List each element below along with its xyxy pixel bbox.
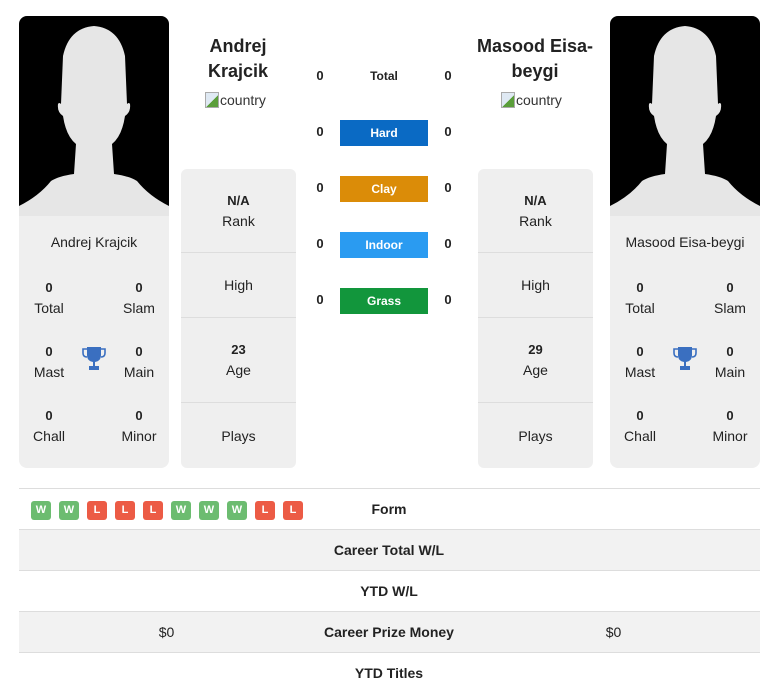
player2-titles-minor: 0 Minor [712, 408, 748, 444]
player2-prize-money: $0 [605, 624, 622, 640]
ytd-wl-label: YTD W/L [360, 583, 418, 599]
player1-plays: Plays [221, 427, 256, 444]
player1-stats: N/A Rank High 23 Age Plays [181, 169, 296, 468]
trophy-icon [82, 347, 106, 370]
h2h-grass-p1: 0 [316, 292, 324, 307]
ytd-titles-label: YTD Titles [354, 665, 424, 681]
player2-stats: N/A Rank High 29 Age Plays [478, 169, 593, 468]
player2-titles-slam: 0 Slam [714, 280, 746, 316]
ytd-wl-row: YTD W/L [19, 571, 760, 612]
player2-card-name: Masood Eisa-beygi [625, 234, 745, 250]
player1-card-name: Andrej Krajcik [50, 234, 138, 250]
h2h-clay-p2: 0 [444, 180, 452, 195]
player1-form: WWLLLWWWLL [31, 501, 303, 520]
player2-card: Masood Eisa-beygi 0 Total 0 Slam 0 Mast 0 Ma… [610, 16, 760, 468]
form-badge-win[interactable]: W [31, 501, 51, 520]
player2-rank: N/A Rank [478, 169, 593, 253]
player-silhouette-icon [19, 26, 169, 216]
ytd-titles-row: YTD Titles [19, 653, 760, 694]
player1-card: Andrej Krajcik 0 Total 0 Slam 0 Mast 0 Main … [19, 16, 169, 468]
player2-high: High [478, 253, 593, 318]
surface-badge-grass: Grass [340, 288, 428, 314]
player1-country-flag: country [205, 92, 266, 108]
player2-photo[interactable] [610, 16, 760, 216]
player2-titles: 0 Total 0 Slam 0 Mast 0 Main 0 Chall 0 Minor [610, 278, 760, 468]
h2h-indoor-p2: 0 [444, 236, 452, 251]
form-badge-loss[interactable]: L [87, 501, 107, 520]
h2h-grass-row: 0 Grass 0 [300, 288, 480, 314]
career-total-wl-label: Career Total W/L [333, 542, 445, 558]
broken-image-icon [205, 92, 219, 108]
form-badge-win[interactable]: W [227, 501, 247, 520]
player1-titles-total: 0 Total [34, 280, 64, 316]
h2h-total-p2: 0 [444, 68, 452, 83]
form-row: WWLLLWWWLL Form [19, 489, 760, 530]
surface-badge-hard: Hard [340, 120, 428, 146]
form-badge-loss[interactable]: L [143, 501, 163, 520]
player2-age: 29 Age [478, 318, 593, 403]
career-prize-money-label: Career Prize Money [324, 624, 454, 640]
surface-badge-indoor: Indoor [340, 232, 428, 258]
player2-titles-chall: 0 Chall [624, 408, 656, 444]
form-label: Form [371, 501, 407, 517]
trophy-icon [673, 347, 697, 370]
career-total-wl-row: Career Total W/L [19, 530, 760, 571]
h2h-total-row: 0 Total 0 [300, 64, 480, 90]
player1-titles: 0 Total 0 Slam 0 Mast 0 Main 0 Chall 0 Minor [19, 278, 169, 468]
player1-prize-money: $0 [158, 624, 175, 640]
player1-titles-mast: 0 Mast [33, 344, 65, 380]
player2-plays: Plays [518, 427, 553, 444]
player1-high: High [181, 253, 296, 318]
h2h-indoor-row: 0 Indoor 0 [300, 232, 480, 258]
player1-rank: N/A Rank [181, 169, 296, 253]
career-prize-money-row: $0 Career Prize Money $0 [19, 612, 760, 653]
form-badge-win[interactable]: W [199, 501, 219, 520]
h2h-clay-row: 0 Clay 0 [300, 176, 480, 202]
form-badge-loss[interactable]: L [115, 501, 135, 520]
h2h-grass-p2: 0 [444, 292, 452, 307]
player1-titles-chall: 0 Chall [33, 408, 65, 444]
player1-photo[interactable] [19, 16, 169, 216]
h2h-indoor-p1: 0 [316, 236, 324, 251]
player2-titles-total: 0 Total [625, 280, 655, 316]
player2-name[interactable]: Masood Eisa- beygi [465, 34, 605, 84]
broken-image-icon [501, 92, 515, 108]
player2-titles-mast: 0 Mast [624, 344, 656, 380]
h2h-hard-p1: 0 [316, 124, 324, 139]
player1-titles-main: 0 Main [123, 344, 155, 380]
h2h-hard-p2: 0 [444, 124, 452, 139]
player1-age: 23 Age [181, 318, 296, 403]
form-badge-loss[interactable]: L [255, 501, 275, 520]
player-silhouette-icon [610, 26, 760, 216]
h2h-hard-row: 0 Hard 0 [300, 120, 480, 146]
h2h-total-label: Total [370, 69, 398, 83]
h2h-total-p1: 0 [316, 68, 324, 83]
form-badge-win[interactable]: W [59, 501, 79, 520]
comparison-table: WWLLLWWWLL Form Career Total W/L YTD W/L… [19, 488, 760, 694]
form-badge-win[interactable]: W [171, 501, 191, 520]
player2-titles-main: 0 Main [714, 344, 746, 380]
player2-country-flag: country [501, 92, 562, 108]
h2h-clay-p1: 0 [316, 180, 324, 195]
player1-name[interactable]: Andrej Krajcik [168, 34, 308, 84]
player1-titles-slam: 0 Slam [123, 280, 155, 316]
surface-badge-clay: Clay [340, 176, 428, 202]
player1-titles-minor: 0 Minor [121, 408, 157, 444]
